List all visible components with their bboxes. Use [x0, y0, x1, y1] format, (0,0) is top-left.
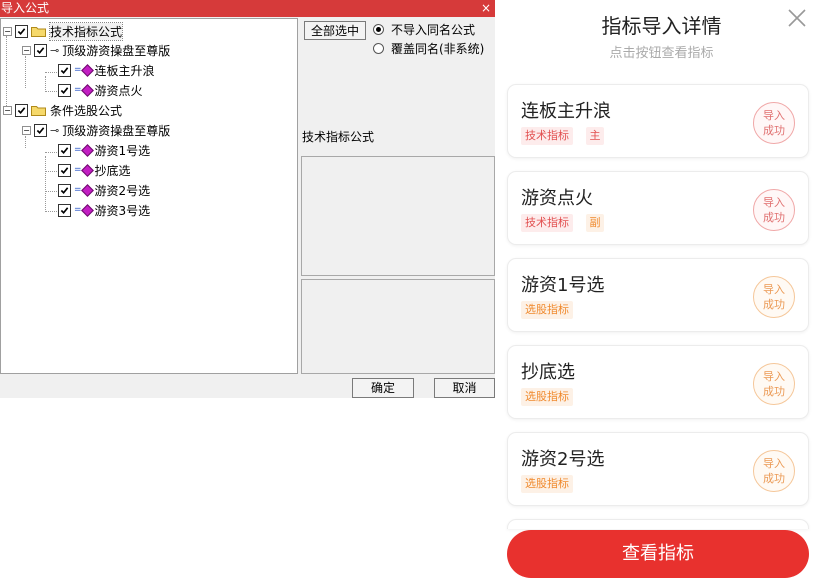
indicator-role-tag: 副	[586, 214, 604, 232]
indicator-card[interactable]: 游资点火 技术指标 副 导入 成功	[507, 171, 809, 245]
close-icon[interactable]	[785, 6, 809, 30]
checkbox[interactable]	[58, 83, 71, 97]
collapse-icon[interactable]: −	[3, 26, 12, 36]
indicator-icon: =	[74, 83, 94, 97]
indicator-icon: =	[74, 203, 94, 217]
indicator-name: 连板主升浪	[521, 101, 611, 122]
tree-node-label: 顶级游资操盘至尊版	[62, 123, 171, 138]
tree-node-label: 游资3号选	[94, 203, 151, 218]
formula-group-label: 技术指标公式	[302, 130, 375, 144]
import-success-stamp: 导入 成功	[753, 450, 795, 492]
panel-subtitle: 点击按钮查看指标	[609, 46, 714, 61]
indicator-name: 游资点火	[521, 188, 593, 209]
checkbox[interactable]	[58, 163, 71, 177]
radio-icon[interactable]	[373, 43, 384, 54]
indicator-card[interactable]: 游资1号选 选股指标 导入 成功	[507, 258, 809, 332]
import-details-panel: 指标导入详情 点击按钮查看指标 连板主升浪 技术指标 主 导入 成功 游资点火 技…	[495, 0, 828, 582]
indicator-type-tag: 技术指标	[521, 127, 573, 145]
indicator-type-tag: 选股指标	[521, 301, 573, 319]
checkbox[interactable]	[58, 63, 71, 77]
key-icon: ⊸	[50, 43, 60, 57]
indicator-card[interactable]: 连板主升浪 技术指标 主 导入 成功	[507, 84, 809, 158]
tree-node-formula[interactable]: = 游资3号选	[58, 201, 150, 219]
ok-button[interactable]: 确定	[352, 378, 414, 398]
radio-label: 覆盖同名(非系统)	[391, 42, 485, 56]
cancel-button[interactable]: 取消	[434, 378, 495, 398]
import-success-stamp: 导入 成功	[753, 276, 795, 318]
formula-description-box	[301, 156, 495, 276]
import-success-stamp: 导入 成功	[753, 189, 795, 231]
select-all-button[interactable]: 全部选中	[304, 21, 366, 40]
indicator-type-tag: 技术指标	[521, 214, 573, 232]
checkbox[interactable]	[58, 203, 71, 217]
tree-node-formula-pack[interactable]: − ⊸ 顶级游资操盘至尊版	[22, 121, 170, 139]
indicator-type-tag: 选股指标	[521, 475, 573, 493]
collapse-icon[interactable]: −	[3, 105, 12, 115]
indicator-role-tag: 主	[586, 127, 604, 145]
indicator-card[interactable]: 游资2号选 选股指标 导入 成功	[507, 432, 809, 506]
panel-title: 指标导入详情	[601, 14, 722, 38]
tree-node-tech-indicators[interactable]: − 技术指标公式	[3, 21, 124, 41]
dialog-title-bar: 导入公式 ×	[0, 0, 495, 17]
tree-node-formula[interactable]: = 抄底选	[58, 161, 131, 179]
indicator-name: 抄底选	[521, 362, 575, 383]
indicator-icon: =	[74, 143, 94, 157]
indicator-card-partial	[507, 519, 809, 529]
radio-label: 不导入同名公式	[391, 23, 476, 37]
folder-icon	[31, 105, 46, 116]
folder-icon	[31, 26, 46, 37]
checkbox[interactable]	[58, 143, 71, 157]
indicator-icon: =	[74, 63, 94, 77]
view-indicators-button[interactable]: 查看指标	[507, 530, 809, 578]
indicator-icon: =	[74, 163, 94, 177]
checkbox[interactable]	[15, 24, 28, 38]
import-success-stamp: 导入 成功	[753, 363, 795, 405]
indicator-card[interactable]: 抄底选 选股指标 导入 成功	[507, 345, 809, 419]
dialog-title: 导入公式	[1, 1, 50, 15]
indicator-name: 游资2号选	[521, 449, 605, 470]
radio-overwrite-duplicates[interactable]: 覆盖同名(非系统)	[373, 40, 484, 57]
formula-detail-box	[301, 279, 495, 374]
tree-node-formula[interactable]: = 游资点火	[58, 81, 143, 99]
indicator-icon: =	[74, 183, 94, 197]
close-icon[interactable]: ×	[480, 0, 492, 17]
tree-node-formula[interactable]: = 连板主升浪	[58, 61, 155, 79]
indicator-type-tag: 选股指标	[521, 388, 573, 406]
tree-node-formula-pack[interactable]: − ⊸ 顶级游资操盘至尊版	[22, 41, 170, 59]
collapse-icon[interactable]: −	[22, 45, 31, 55]
tree-node-formula[interactable]: = 游资2号选	[58, 181, 150, 199]
tree-node-label: 连板主升浪	[94, 63, 155, 78]
tree-node-label: 游资1号选	[94, 143, 151, 158]
radio-skip-duplicates[interactable]: 不导入同名公式	[373, 21, 475, 38]
radio-selected-icon[interactable]	[373, 24, 384, 35]
tree-node-label: 顶级游资操盘至尊版	[62, 43, 171, 58]
checkbox[interactable]	[34, 43, 47, 57]
key-icon: ⊸	[50, 123, 60, 137]
import-success-stamp: 导入 成功	[753, 102, 795, 144]
formula-tree: − 技术指标公式 − ⊸ 顶级游资操盘至尊版 = 连板主升浪 = 游资点火 −	[0, 18, 298, 374]
collapse-icon[interactable]: −	[22, 125, 31, 135]
dialog-options-pane: 全部选中 不导入同名公式 覆盖同名(非系统) 技术指标公式	[299, 18, 495, 374]
tree-node-label: 游资2号选	[94, 183, 151, 198]
tree-node-stock-selection[interactable]: − 条件选股公式	[3, 101, 122, 119]
tree-node-label: 技术指标公式	[48, 21, 124, 41]
tree-node-label: 游资点火	[94, 83, 143, 98]
tree-node-label: 抄底选	[94, 163, 131, 178]
checkbox[interactable]	[34, 123, 47, 137]
tree-node-label: 条件选股公式	[50, 103, 123, 118]
tree-node-formula[interactable]: = 游资1号选	[58, 141, 150, 159]
import-formula-dialog: 导入公式 × − 技术指标公式 − ⊸ 顶级游资操盘至尊版 = 连板主升浪 = …	[0, 0, 495, 398]
checkbox[interactable]	[15, 103, 28, 117]
indicator-name: 游资1号选	[521, 275, 605, 296]
checkbox[interactable]	[58, 183, 71, 197]
